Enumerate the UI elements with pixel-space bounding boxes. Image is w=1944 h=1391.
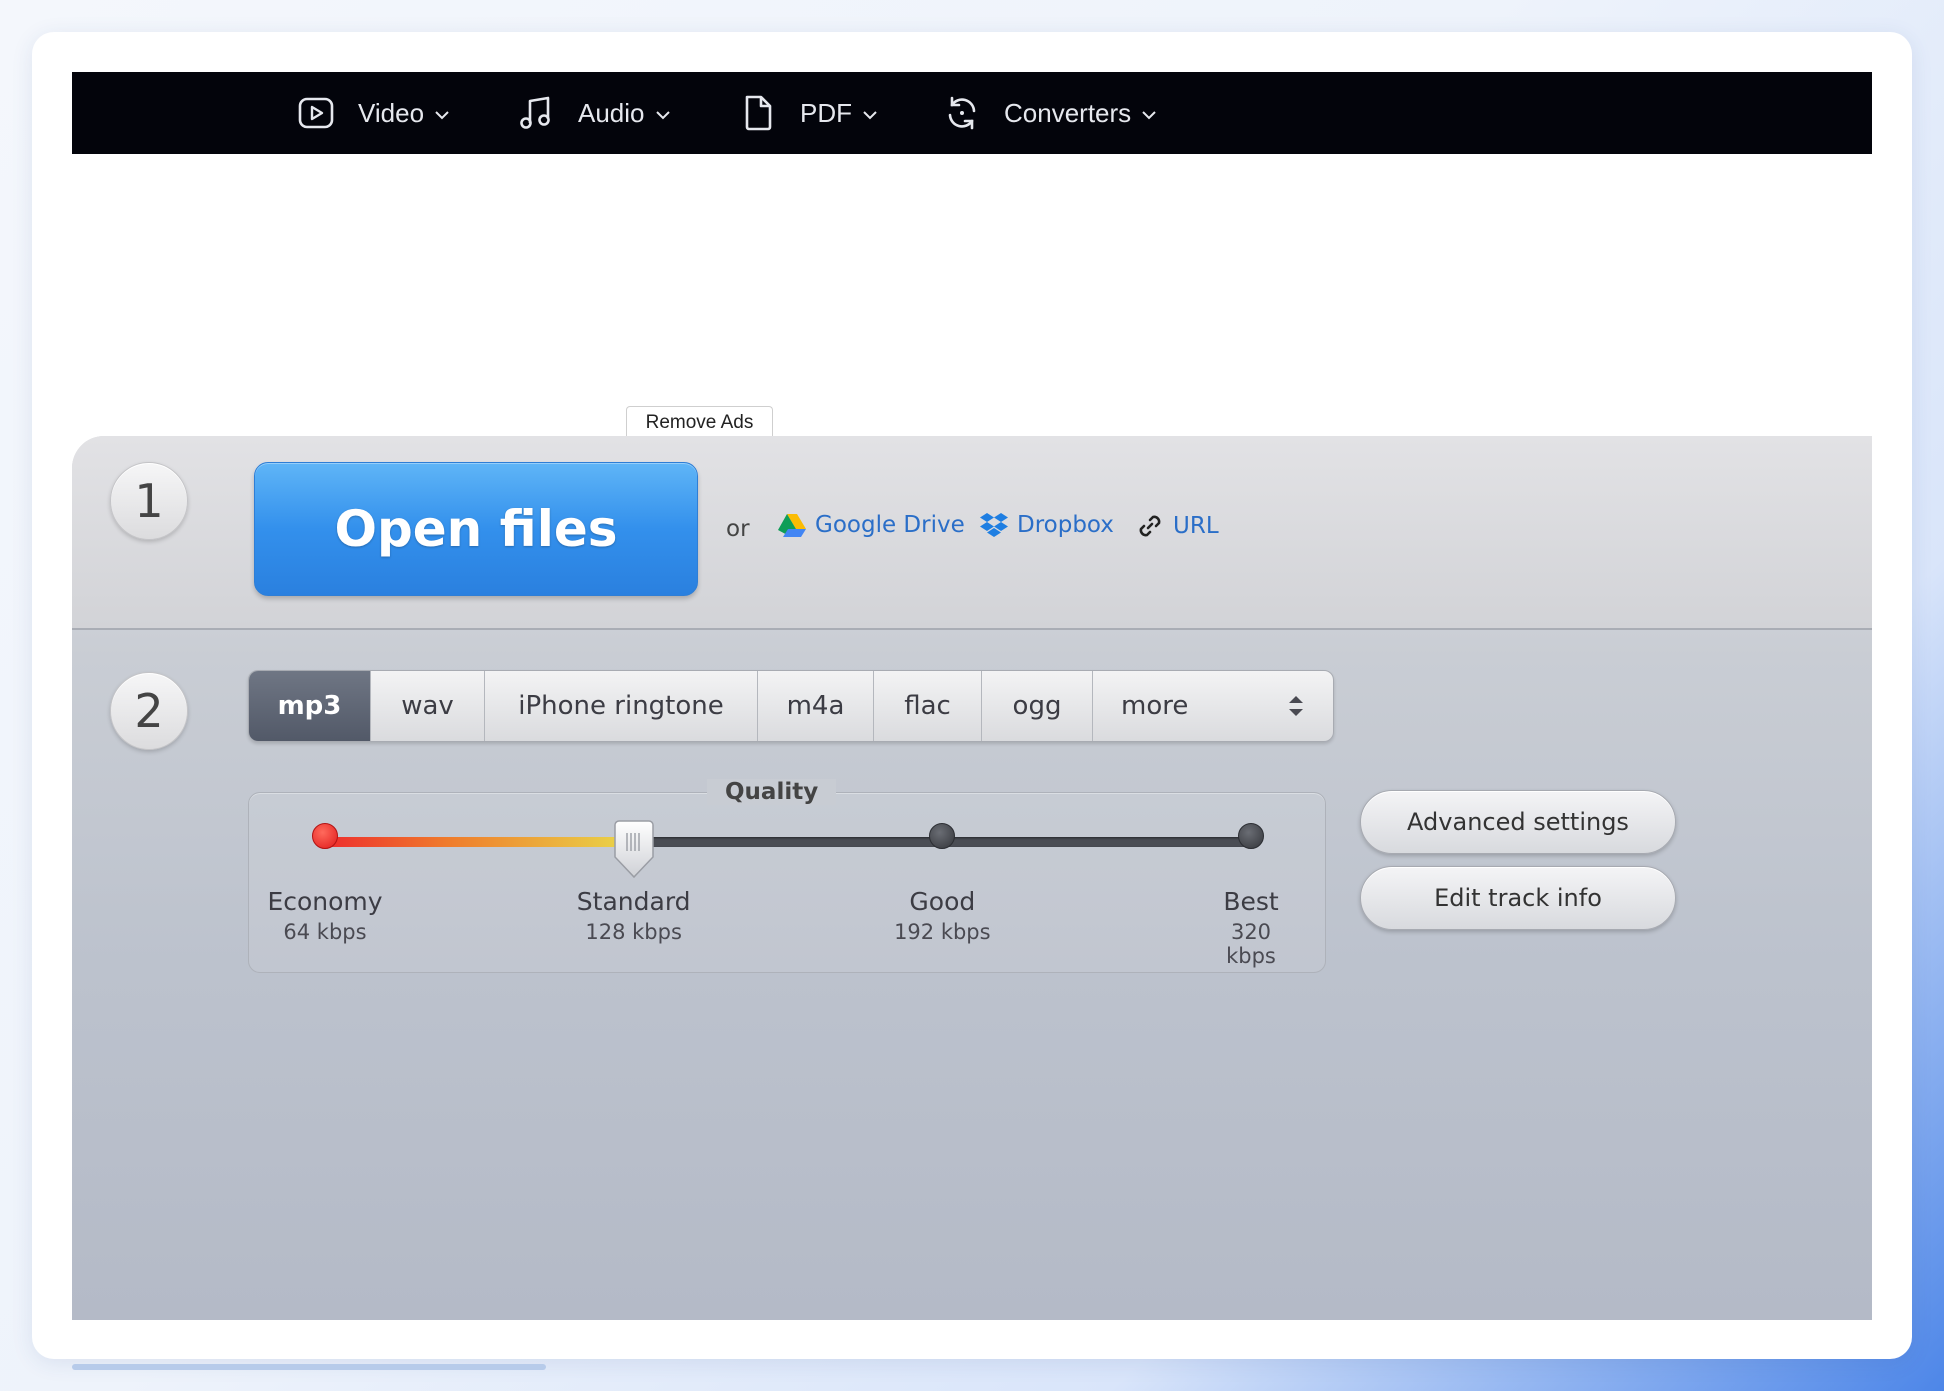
format-more-select[interactable]: more: [1093, 671, 1333, 741]
dropbox-link[interactable]: Dropbox: [980, 512, 1114, 538]
document-icon: [745, 95, 772, 131]
url-label: URL: [1173, 513, 1219, 539]
video-play-icon: [298, 97, 334, 129]
step-2-number: 2: [110, 672, 188, 750]
nav-pdf[interactable]: PDF: [738, 72, 878, 154]
format-selector: mp3 wav iPhone ringtone m4a flac ogg mor…: [248, 670, 1334, 742]
converter-panel: 1 Open files or Google Drive Dropbox URL: [72, 436, 1872, 1320]
chevron-down-icon: [655, 111, 670, 120]
quality-group: Quality Economy 64 kbps Standard 128 kbp…: [248, 779, 1326, 973]
refresh-icon: [948, 96, 976, 130]
advanced-settings-button[interactable]: Advanced settings: [1360, 790, 1676, 854]
format-mp3[interactable]: mp3: [249, 671, 371, 741]
quality-stop-best[interactable]: [1238, 823, 1264, 849]
step-1-number: 1: [110, 462, 188, 540]
quality-label-standard: Standard 128 kbps: [576, 887, 691, 944]
chevron-down-icon: [1142, 111, 1156, 120]
quality-slider-handle[interactable]: [613, 819, 655, 881]
format-m4a[interactable]: m4a: [758, 671, 874, 741]
top-navbar: Video Audio PDF Converters: [72, 72, 1872, 154]
edit-track-info-button[interactable]: Edit track info: [1360, 866, 1676, 930]
quality-title: Quality: [707, 779, 837, 805]
link-icon: [1139, 515, 1161, 537]
chevron-down-icon: [435, 111, 449, 120]
nav-video[interactable]: Video: [296, 72, 450, 154]
format-flac[interactable]: flac: [874, 671, 982, 741]
nav-audio-label: Audio: [578, 97, 645, 128]
remove-ads-button[interactable]: Remove Ads: [626, 406, 773, 439]
url-link[interactable]: URL: [1136, 512, 1219, 540]
music-note-icon: [520, 96, 550, 129]
google-drive-icon: [778, 514, 806, 537]
quality-stop-economy[interactable]: [312, 823, 338, 849]
nav-audio[interactable]: Audio: [516, 72, 671, 154]
format-more-label: more: [1121, 691, 1189, 721]
format-wav[interactable]: wav: [371, 671, 485, 741]
nav-converters[interactable]: Converters: [942, 72, 1157, 154]
quality-label-best: Best 320 kbps: [1223, 887, 1279, 968]
nav-pdf-label: PDF: [800, 97, 852, 128]
up-down-arrows-icon: [1289, 696, 1303, 716]
google-drive-label: Google Drive: [815, 512, 965, 538]
open-files-button[interactable]: Open files: [254, 462, 698, 596]
format-ogg[interactable]: ogg: [982, 671, 1093, 741]
format-iphone-ringtone[interactable]: iPhone ringtone: [485, 671, 758, 741]
step-1-section: 1 Open files or Google Drive Dropbox URL: [72, 436, 1872, 630]
chevron-down-icon: [863, 111, 877, 120]
quality-slider-track[interactable]: [325, 837, 1251, 847]
nav-video-label: Video: [358, 97, 425, 128]
google-drive-link[interactable]: Google Drive: [778, 512, 965, 538]
quality-slider-fill: [325, 837, 634, 847]
quality-label-economy: Economy 64 kbps: [267, 887, 383, 944]
or-label: or: [726, 516, 750, 542]
quality-label-good: Good 192 kbps: [894, 887, 991, 944]
dropbox-icon: [980, 513, 1008, 537]
ad-area: [72, 154, 1872, 437]
dropbox-label: Dropbox: [1017, 512, 1114, 538]
nav-converters-label: Converters: [1004, 97, 1132, 128]
bottom-progress-bar: [72, 1364, 546, 1370]
